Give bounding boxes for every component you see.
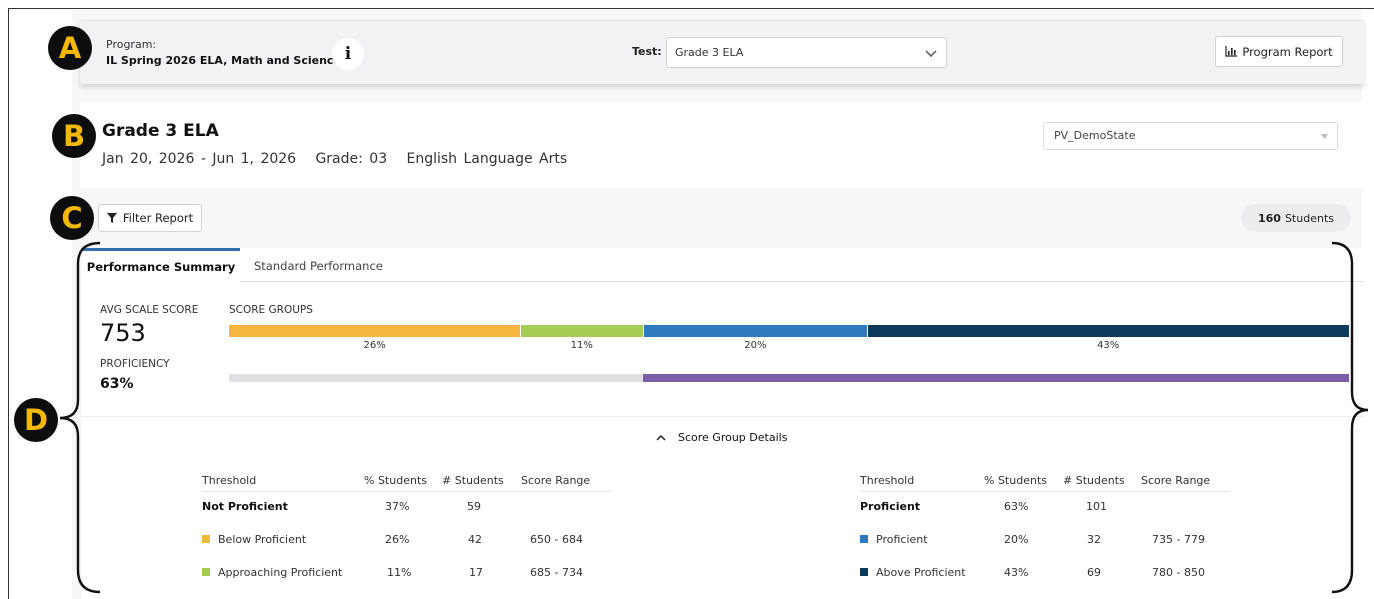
proficient-swatch (860, 535, 868, 543)
program-report-label: Program Report (1242, 44, 1333, 59)
info-icon[interactable]: i (332, 38, 364, 70)
details-table-right: Threshold % Students # Students Score Ra… (860, 474, 1230, 584)
below-proficient-swatch (202, 535, 210, 543)
col-header-num-students: # Students (1063, 474, 1125, 487)
chevron-down-icon (925, 50, 937, 58)
score-group-pct-label: 26% (363, 340, 386, 351)
bar-chart-icon (1225, 46, 1238, 57)
row-range: 650 - 684 (530, 533, 583, 546)
score-groups-bar (229, 325, 1349, 337)
proficiency-bar (229, 374, 1349, 382)
test-grade: Grade: 03 (315, 151, 388, 167)
row-count: 42 (468, 533, 482, 546)
col-header-threshold: Threshold (860, 474, 915, 487)
page-title: Grade 3 ELA (102, 121, 219, 141)
students-count-badge: 160 Students (1241, 204, 1351, 232)
avg-scale-score-label: AVG SCALE SCORE (100, 304, 199, 316)
approaching-proficient-swatch (202, 568, 210, 576)
program-value: IL Spring 2026 ELA, Math and Science (106, 54, 341, 67)
score-group-details-label: Score Group Details (678, 431, 788, 444)
row-range: 780 - 850 (1152, 566, 1205, 579)
caret-down-icon (1321, 134, 1328, 139)
row-pct: 43% (1004, 566, 1029, 579)
row-threshold-label: Below Proficient (218, 533, 307, 546)
callout-badge-c: C (50, 196, 94, 240)
row-threshold: Below Proficient (202, 533, 306, 546)
col-header-threshold: Threshold (202, 474, 257, 487)
score-group-bar-segment (643, 325, 868, 337)
row-count: 32 (1087, 533, 1101, 546)
filter-report-button[interactable]: Filter Report (98, 204, 202, 232)
callout-badge-a: A (48, 26, 92, 70)
filter-report-label: Filter Report (122, 211, 194, 225)
row-threshold-label: Proficient (876, 533, 928, 546)
row-threshold-label: Approaching Proficient (218, 566, 343, 579)
above-proficient-swatch (860, 568, 868, 576)
row-range: 735 - 779 (1152, 533, 1205, 546)
row-pct: 11% (387, 566, 412, 579)
test-subject: English Language Arts (406, 151, 568, 167)
students-count: 160 (1257, 211, 1281, 225)
row-threshold: Above Proficient (860, 566, 966, 579)
row-range: 685 - 734 (530, 566, 583, 579)
callout-badge-b: B (52, 114, 96, 158)
score-group-bar-segment (229, 325, 521, 337)
row-threshold-label: Above Proficient (876, 566, 966, 579)
score-groups-label: SCORE GROUPS (229, 304, 313, 316)
row-pct: 37% (385, 500, 410, 513)
program-report-button[interactable]: Program Report (1215, 36, 1343, 67)
chevron-up-icon (656, 434, 666, 441)
state-select-value: PV_DemoState (1054, 129, 1136, 142)
test-select-value: Grade 3 ELA (675, 46, 744, 59)
program-label: Program: (106, 38, 157, 51)
test-dates: Jan 20, 2026 - Jun 1, 2026 (102, 151, 297, 167)
col-header-num-students: # Students (442, 474, 504, 487)
score-group-bar-segment (867, 325, 1349, 337)
row-count: 69 (1087, 566, 1101, 579)
col-header-score-range: Score Range (521, 474, 591, 487)
row-threshold: Not Proficient (202, 500, 288, 513)
test-select[interactable]: Grade 3 ELA (666, 37, 947, 68)
proficiency-label: PROFICIENCY (100, 358, 170, 370)
row-count: 59 (467, 500, 481, 513)
tab-standard-performance[interactable]: Standard Performance (254, 259, 383, 283)
row-threshold: Proficient (860, 500, 921, 513)
left-bracket (59, 241, 101, 594)
test-meta: Jan 20, 2026 - Jun 1, 2026 Grade: 03 Eng… (102, 151, 567, 167)
state-select[interactable]: PV_DemoState (1043, 122, 1338, 150)
col-header-pct-students: % Students (984, 474, 1047, 487)
callout-badge-d: D (14, 398, 58, 442)
score-group-pct-label: 43% (1097, 340, 1120, 351)
divider (82, 416, 1364, 417)
students-label: Students (1284, 211, 1334, 225)
row-threshold: Approaching Proficient (202, 566, 342, 579)
score-group-details-toggle[interactable]: Score Group Details (656, 431, 787, 444)
row-pct: 63% (1004, 500, 1029, 513)
avg-scale-score-value: 753 (100, 319, 146, 347)
test-label: Test: (632, 45, 662, 58)
score-group-pct-label: 11% (570, 340, 593, 351)
col-header-pct-students: % Students (364, 474, 427, 487)
details-table-left: Threshold % Students # Students Score Ra… (202, 474, 612, 584)
row-threshold: Proficient (860, 533, 928, 546)
score-group-pct-label: 20% (744, 340, 767, 351)
filter-icon (106, 213, 117, 223)
row-pct: 26% (385, 533, 410, 546)
row-count: 17 (469, 566, 483, 579)
header-divider (202, 491, 612, 492)
score-group-bar-segment (520, 325, 644, 337)
header-divider (860, 491, 1230, 492)
row-count: 101 (1086, 500, 1107, 513)
right-bracket (1331, 241, 1369, 594)
col-header-score-range: Score Range (1141, 474, 1211, 487)
proficiency-bar-fill (643, 374, 1349, 382)
row-pct: 20% (1004, 533, 1029, 546)
